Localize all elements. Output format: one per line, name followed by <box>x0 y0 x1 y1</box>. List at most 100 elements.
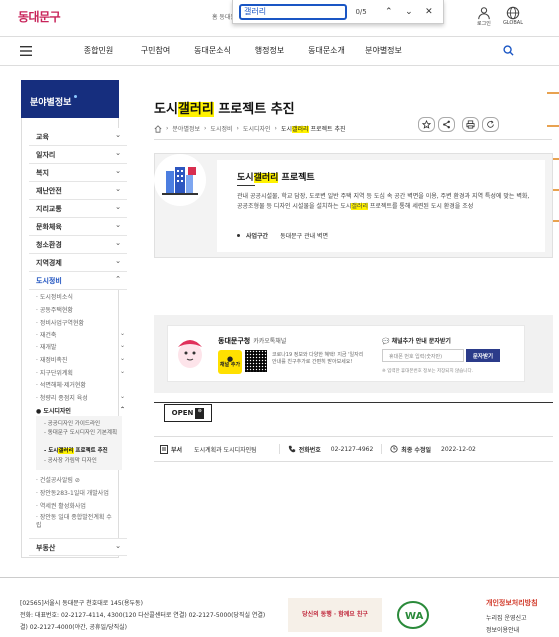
footer-phone-line: 결) 02-2127-4000(야간, 공휴일/당직실) <box>20 624 127 631</box>
chevron-down-icon: ⌄ <box>120 330 126 337</box>
sidebar-subitem[interactable]: · 공동주택현황 <box>36 305 73 314</box>
breadcrumb-item[interactable]: 분야별정보 <box>172 124 200 133</box>
sidebar-item-urban[interactable]: 도시정비 ⌃ <box>29 272 127 290</box>
login-button[interactable]: 로그인 <box>477 6 491 27</box>
chevron-down-icon: ⌄ <box>115 131 121 139</box>
gnb-item-about[interactable]: 동대문소개 <box>298 45 355 56</box>
sidebar-subitem-label: 석면해체·제거현황 <box>39 382 86 389</box>
site-logo[interactable]: 동대문구 <box>18 8 61 25</box>
sidebar-subitem[interactable]: · 청량리 종점지 육성 ⌄ <box>36 393 125 402</box>
sidebar-subitem[interactable]: · 정비사업구역현황 <box>36 318 84 327</box>
sidebar-item-economy[interactable]: 지역경제 ⌄ <box>29 254 127 272</box>
find-close-button[interactable]: ✕ <box>421 7 437 17</box>
utility-menu: 로그인 GLOBAL <box>477 6 523 27</box>
bookmark-button[interactable] <box>418 117 435 132</box>
gnb-item-news[interactable]: 동대문소식 <box>184 45 241 56</box>
search-icon[interactable] <box>503 45 514 56</box>
sidebar-subitem[interactable]: · 건설공사알림 ⊘ <box>36 475 80 484</box>
hamburger-menu-icon[interactable] <box>20 46 32 56</box>
chevron-down-icon: ⌄ <box>115 542 121 550</box>
sidebar-item-environment[interactable]: 청소환경 ⌄ <box>29 236 127 254</box>
sidebar-subitem[interactable]: · 장안동 일대 종합발전계획 수립 <box>36 514 112 530</box>
sidebar-item-label: 도시정비 <box>36 277 62 285</box>
wa-certification-badge[interactable]: WA <box>392 598 434 632</box>
sidebar-subitem[interactable]: · 재개발 ⌄ <box>36 342 125 351</box>
sidebar-subitem-label: 장안동283-1일대 개발사업 <box>39 490 109 497</box>
privacy-policy-link[interactable]: 개인정보처리방침 <box>486 598 538 608</box>
sidebar-item-jobs[interactable]: 일자리 ⌄ <box>29 146 127 164</box>
dept-value: 도시계획과 도시디자인팀 <box>194 446 257 454</box>
sidebar-item-education[interactable]: 교육 ⌄ <box>29 128 127 146</box>
chevron-down-icon: ⌄ <box>115 203 121 211</box>
chevron-down-icon: ⌄ <box>115 167 121 175</box>
divider <box>237 185 255 186</box>
footer-link[interactable]: 누리집 운영신고 <box>486 613 527 625</box>
sidebar-subsub-item[interactable]: - 공공디자인 가이드라인 <box>44 421 100 428</box>
find-input[interactable] <box>239 3 347 20</box>
breadcrumb-item[interactable]: 도시디자인 <box>243 124 271 133</box>
page-title-text: 프로젝트 추진 <box>213 102 295 117</box>
footer-banner[interactable]: 당신의 동행 · 함께요 친구 <box>288 598 382 632</box>
dept-label: 부서 <box>171 446 183 454</box>
footer-link[interactable]: 정보이용안내 <box>486 625 527 637</box>
breadcrumb-current: 도시갤러리 프로젝트 추진 <box>281 124 345 133</box>
svg-text:WA: WA <box>405 611 424 622</box>
qr-code-image <box>245 350 267 372</box>
date-value: 2022-12-02 <box>441 445 476 453</box>
sidebar-subsub-item[interactable]: - 동대문구 도시디자인 기본계획 <box>44 430 120 437</box>
sidebar-subitem-label: 청량리 종점지 육성 <box>39 395 88 402</box>
sidebar-subitem[interactable]: · 장안동283-1일대 개발사업 <box>36 488 109 497</box>
sidebar-item-welfare[interactable]: 복지 ⌄ <box>29 164 127 182</box>
kakao-add-button[interactable]: ● 채널 추가 <box>218 350 242 374</box>
license-area <box>154 402 553 435</box>
intro-title-text: 도시 <box>237 173 254 183</box>
phone-value: 02-2127-4962 <box>330 445 374 453</box>
sidebar-subitem[interactable]: · 역세권 활성화사업 <box>36 501 86 510</box>
gnb-item-administration[interactable]: 행정정보 <box>241 45 298 56</box>
mascot-image <box>173 333 207 371</box>
phone-number-input[interactable]: 휴대폰 번호 입력(숫자만) <box>382 349 464 362</box>
sidebar-item-realestate[interactable]: 부동산 ⌄ <box>29 538 127 556</box>
sidebar-subitem[interactable]: · 재건축 ⌄ <box>36 330 125 339</box>
sidebar-item-label: 지리교통 <box>36 205 62 213</box>
gnb-item-participation[interactable]: 구민참여 <box>127 45 184 56</box>
global-button[interactable]: GLOBAL <box>503 6 523 27</box>
gnb-item-civil-service[interactable]: 종합민원 <box>70 45 127 56</box>
breadcrumb-item[interactable]: 도시정비 <box>210 124 232 133</box>
sidebar-subsub-label: 공사장 가림막 디자인 <box>47 458 97 464</box>
sidebar-item-traffic[interactable]: 지리교통 ⌄ <box>29 200 127 218</box>
document-icon <box>160 444 168 454</box>
refresh-button[interactable] <box>482 117 499 132</box>
mascot-icon <box>178 340 202 368</box>
sidebar-subitem-design[interactable]: ● 도시디자인 ⌃ <box>36 406 125 415</box>
sidebar-subitem-label: 장안동 일대 종합발전계획 수립 <box>36 514 112 529</box>
alert-title-text: 채널추가 안내 문자받기 <box>391 338 451 345</box>
footer-links: 누리집 운영신고 정보이용안내 <box>486 613 527 637</box>
share-button[interactable] <box>438 117 455 132</box>
sidebar-item-label: 복지 <box>36 169 49 177</box>
print-button[interactable] <box>462 117 479 132</box>
sidebar-subitem[interactable]: · 석면해체·제거현황 <box>36 380 86 389</box>
send-sms-button[interactable]: 문자받기 <box>466 349 500 362</box>
sidebar-item-safety[interactable]: 재난안전 ⌄ <box>29 182 127 200</box>
home-icon[interactable] <box>154 124 162 133</box>
global-label: GLOBAL <box>502 20 523 26</box>
sidebar-subsub-item[interactable]: - 공사장 가림막 디자인 <box>44 458 97 465</box>
gnb-item-fields[interactable]: 분야별정보 <box>355 45 412 56</box>
find-highlight: 갤러리 <box>351 203 368 210</box>
sidebar-subitem[interactable]: · 재정비촉진 ⌄ <box>36 355 125 364</box>
chevron-down-icon: ⌄ <box>120 355 126 362</box>
sidebar-item-label: 청소환경 <box>36 241 62 249</box>
find-next-button[interactable]: ⌄ <box>401 7 417 17</box>
sidebar-subsub-item-active[interactable]: - 도시갤러리 프로젝트 추진 <box>44 448 108 455</box>
sidebar-subitem[interactable]: · 도시정비소식 <box>36 292 73 301</box>
chevron-down-icon: ⌄ <box>115 185 121 193</box>
sidebar-subitem[interactable]: · 지구단위계획 ⌄ <box>36 368 125 377</box>
sidebar-item-culture[interactable]: 문화체육 ⌄ <box>29 218 127 236</box>
sidebar-subsub-label: - 도시 <box>44 448 59 454</box>
sidebar-title-text: 분야별정보 <box>30 98 72 108</box>
find-previous-button[interactable]: ⌃ <box>381 7 397 17</box>
page-info-bar: 부서 도시계획과 도시디자인팀 전화번호 02-2127-4962 최종 수정일… <box>154 436 553 462</box>
phone-label: 전화번호 <box>298 446 321 454</box>
chevron-down-icon: ⌄ <box>115 221 121 229</box>
